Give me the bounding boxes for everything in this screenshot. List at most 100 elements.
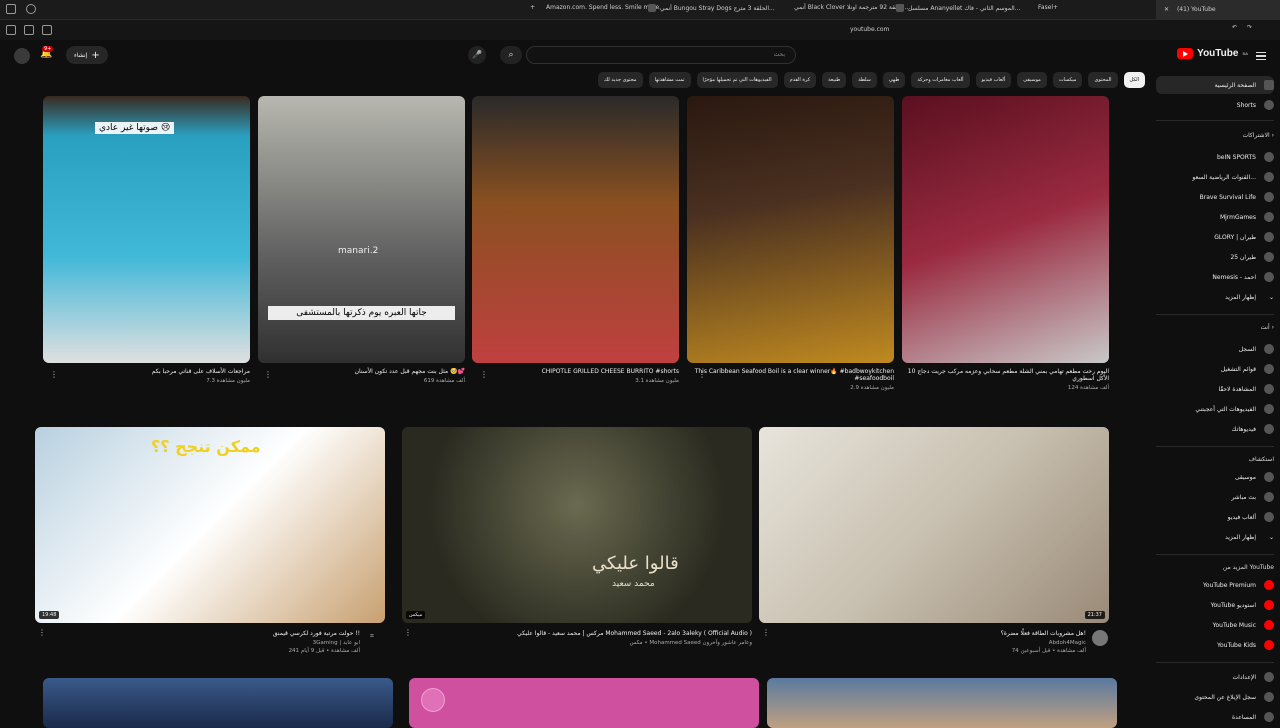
sidebar-item-liked[interactable]: الفيديوهات التي أعجبتني (1156, 400, 1274, 418)
short-title[interactable]: This Caribbean Seafood Boil is a clear w… (687, 368, 894, 382)
short-title[interactable]: مراجعات الأسلاف على قناتي مرحبا بكم (43, 368, 250, 375)
short-title[interactable]: CHIPOTLE GRILLED CHEESE BURRITO #shorts (472, 368, 679, 375)
short-thumbnail-5[interactable]: صوتها غير عادي 😢 (43, 96, 250, 363)
chip-cooking[interactable]: طهي (882, 72, 906, 88)
sidebar-item-gaming[interactable]: ألعاب فيديو (1156, 508, 1274, 526)
short-info-1: اليوم رحت مطعم تهامي بمني الشلة مطعم سحا… (902, 368, 1109, 391)
sidebar-icon[interactable] (6, 25, 16, 35)
short-thumbnail-4[interactable]: manari.2 جاتها العبره يوم ذكرتها بالمستش… (258, 96, 465, 363)
sidebar-item-report[interactable]: سجل الإبلاغ عن المحتوى (1156, 688, 1274, 706)
more-options-icon[interactable]: ⋮ (762, 628, 770, 637)
tab-series[interactable]: مسلسل Ananyellet الموسم الثاني - فاك... (896, 4, 1020, 12)
tab-blackclover[interactable]: أنمي Black Clover الحلقة 92 مترجمة اونلا… (794, 4, 910, 11)
sidebar-item-studio[interactable]: YouTube استوديو (1156, 596, 1274, 614)
search-button[interactable]: ⌕ (500, 46, 522, 64)
video-thumbnail-6[interactable] (43, 678, 393, 728)
tabs-icon[interactable] (42, 25, 52, 35)
tab-youtube-active[interactable]: ✕ (41) YouTube (1156, 0, 1280, 20)
sidebar-explore-more[interactable]: إظهار المزيد ⌄ (1156, 528, 1274, 546)
chip-action[interactable]: ألعاب مغامرات وحركة (911, 72, 970, 88)
url-field[interactable]: youtube.com (850, 26, 889, 33)
sidebar-sub-4[interactable]: MjrmGames (1156, 208, 1274, 226)
channel-name[interactable]: Abdoh4Magic (790, 640, 1086, 646)
sidebar-item-history[interactable]: السجل (1156, 340, 1274, 358)
chip-all[interactable]: الكل (1123, 72, 1145, 88)
channel-avatar[interactable] (1092, 630, 1108, 646)
tab-label: أنمي Bungou Stray Dogs الحلقة 3 مترج... (660, 4, 775, 12)
video-thumbnail-2[interactable]: قالوا عليكي محمد سعيد ميكس (402, 427, 752, 623)
more-options-icon[interactable]: ⋮ (264, 370, 272, 379)
you-heading[interactable]: أنت › (1260, 324, 1274, 331)
sidebar-sub-1[interactable]: beIN SPORTS (1156, 148, 1274, 166)
sidebar-item-playlists[interactable]: قوائم التشغيل (1156, 360, 1274, 378)
tab-amazon[interactable]: Amazon.com. Spend less. Smile more. (546, 4, 661, 11)
back-icon[interactable]: ↶ (1232, 24, 1237, 31)
notifications-button[interactable]: 🔔 9+ (40, 46, 54, 59)
more-options-icon[interactable]: ⋮ (38, 628, 46, 637)
video-thumbnail-3[interactable]: ممكن تنجح ؟؟ 19:48 (35, 427, 385, 623)
sidebar-item-music-app[interactable]: YouTube Music (1156, 616, 1274, 634)
chip-mixes[interactable]: ميكسات (1052, 72, 1083, 88)
sidebar-sub-2[interactable]: القنوات الرياضية السعو... (1156, 168, 1274, 186)
sidebar-item-shorts[interactable]: Shorts (1156, 96, 1274, 114)
subscriptions-heading[interactable]: الاشتراكات › (1242, 132, 1274, 139)
chip-watched[interactable]: تمت مشاهدتها (648, 72, 691, 88)
sidebar-item-live[interactable]: بث مباشر (1156, 488, 1274, 506)
video-info-1: هل مشروبات الطاقة فعلًا مضرة؟! Abdoh4Mag… (790, 630, 1086, 654)
sidebar-show-more[interactable]: إظهار المزيد ⌄ (1156, 288, 1274, 306)
sidebar-item-your-videos[interactable]: فيديوهاتك (1156, 420, 1274, 438)
browser-controls (6, 4, 36, 14)
chip-new[interactable]: محتوى جديد لك (598, 72, 643, 88)
channel-name[interactable]: مكس • Mohammed Saeed وعامر عاشور وآخرون (420, 640, 752, 646)
chip-games[interactable]: ألعاب فيديو (975, 72, 1012, 88)
short-thumbnail-2[interactable] (687, 96, 894, 363)
avatar[interactable] (14, 48, 30, 64)
more-options-icon[interactable]: ⋮ (404, 628, 412, 637)
chip-content[interactable]: المحتوى (1088, 72, 1118, 88)
short-title[interactable]: مثل بنت مجهم قبل عدد تكون الأسنان 🥺💕 (258, 368, 465, 375)
short-thumbnail-3[interactable] (472, 96, 679, 363)
sidebar-item-help[interactable]: المساعدة (1156, 708, 1274, 726)
sidebar-item-kids[interactable]: YouTube Kids (1156, 636, 1274, 654)
video-thumbnail-4[interactable] (767, 678, 1117, 728)
sidebar-item-watch-later[interactable]: المشاهدة لاحقًا (1156, 380, 1274, 398)
video-title[interactable]: هل مشروبات الطاقة فعلًا مضرة؟! (790, 630, 1086, 637)
chip-nature[interactable]: طبيعة (822, 72, 847, 88)
forward-icon[interactable]: ↷ (1247, 24, 1252, 31)
tab-plus[interactable]: + (530, 4, 535, 11)
close-icon[interactable]: ✕ (1164, 6, 1169, 13)
sidebar-item-premium[interactable]: YouTube Premium (1156, 576, 1274, 594)
reload-icon[interactable] (26, 4, 36, 14)
sidebar-item-home[interactable]: الصفحة الرئيسية (1156, 76, 1274, 94)
sidebar-sub-6[interactable]: طيران 25 (1156, 248, 1274, 266)
video-thumbnail-5[interactable] (409, 678, 759, 728)
video-title[interactable]: مركس | محمد سعيد - قالوا عليكي Mohammed … (420, 630, 752, 637)
chip-salad[interactable]: سلطة (852, 72, 877, 88)
youtube-logo[interactable]: YouTube SA (1177, 48, 1248, 59)
chip-recent[interactable]: الفيديوهات التي تم تحميلها مؤخرًا (696, 72, 778, 88)
more-options-icon[interactable]: ⋮ (698, 370, 706, 379)
voice-search-button[interactable]: 🎤 (468, 46, 486, 64)
sidebar-item-music[interactable]: موسيقى (1156, 468, 1274, 486)
short-title[interactable]: اليوم رحت مطعم تهامي بمني الشلة مطعم سحا… (902, 368, 1109, 382)
sidebar-item-settings[interactable]: الإعدادات (1156, 668, 1274, 686)
sidebar-sub-3[interactable]: Brave Survival Life (1156, 188, 1274, 206)
menu-icon[interactable] (1256, 52, 1266, 60)
create-button[interactable]: إنشاء + (66, 46, 108, 64)
search-input[interactable]: بحث (526, 46, 796, 64)
short-overlay-text: صوتها غير عادي 😢 (95, 122, 175, 134)
video-thumbnail-1[interactable]: 21:37 (759, 427, 1109, 623)
video-title[interactable]: حولت مرتبة فورد لكرسي قيمنق !! (60, 630, 360, 637)
more-options-icon[interactable]: ⋮ (50, 370, 58, 379)
window-icon[interactable] (6, 4, 16, 14)
channel-name[interactable]: 3Gaming | ابو عابد (60, 640, 360, 646)
shield-icon[interactable] (24, 25, 34, 35)
chip-music[interactable]: موسيقى (1017, 72, 1047, 88)
chip-football[interactable]: كرة القدم (783, 72, 817, 88)
sidebar-sub-7[interactable]: Nemesis - احمد (1156, 268, 1274, 286)
tab-bungou[interactable]: أنمي Bungou Stray Dogs الحلقة 3 مترج... (648, 4, 775, 12)
tab-fasel[interactable]: Fasel+ (1038, 4, 1058, 11)
more-options-icon[interactable]: ⋮ (480, 370, 488, 379)
short-thumbnail-1[interactable] (902, 96, 1109, 363)
sidebar-sub-5[interactable]: GLORY | طيران (1156, 228, 1274, 246)
